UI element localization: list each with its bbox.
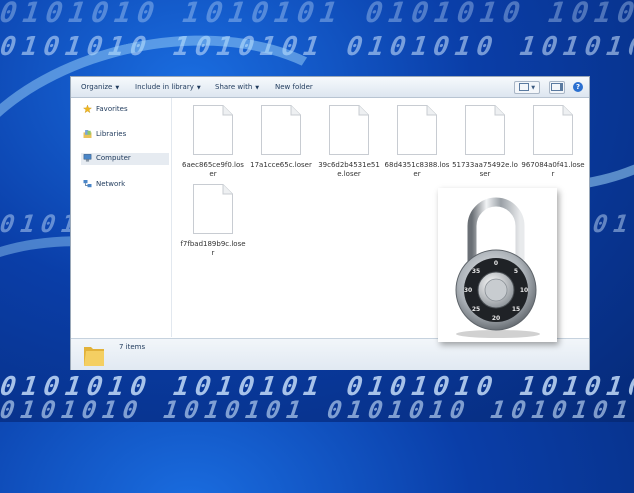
nav-label: Favorites xyxy=(96,105,128,113)
file-item[interactable]: 967084a0f41.loser xyxy=(520,105,586,179)
document-icon xyxy=(397,105,437,155)
folder-icon xyxy=(84,347,104,366)
nav-label: Libraries xyxy=(96,130,127,138)
document-icon xyxy=(193,105,233,155)
padlock-icon: 0 5 10 15 20 25 30 35 xyxy=(455,197,540,338)
organize-label: Organize xyxy=(81,83,113,91)
star-icon xyxy=(83,105,92,113)
file-item[interactable]: 51733aa75492e.loser xyxy=(452,105,518,179)
file-name: 17a1cce65c.loser xyxy=(250,161,312,169)
padlock-image: 0 5 10 15 20 25 30 35 xyxy=(438,188,557,342)
dial-number: 25 xyxy=(472,306,480,313)
computer-icon xyxy=(83,154,92,162)
nav-label: Computer xyxy=(96,154,131,162)
document-icon xyxy=(193,184,233,234)
preview-pane-icon xyxy=(551,83,563,91)
change-view-button[interactable]: ▼ xyxy=(514,81,540,94)
share-with-label: Share with xyxy=(215,83,253,91)
new-folder-button[interactable]: New folder xyxy=(275,83,313,91)
dial-number: 10 xyxy=(520,287,528,294)
preview-pane-button[interactable] xyxy=(549,81,565,94)
nav-item-computer[interactable]: Computer xyxy=(81,153,169,165)
include-in-library-menu[interactable]: Include in library ▼ xyxy=(135,83,201,91)
details-pane: 7 items xyxy=(71,338,589,370)
nav-item-libraries[interactable]: Libraries xyxy=(81,129,171,141)
help-icon[interactable]: ? xyxy=(573,82,583,92)
file-item[interactable]: f7fbad189b9c.loser xyxy=(180,184,246,258)
command-bar: Organize ▼ Include in library ▼ Share with… xyxy=(71,77,589,98)
nav-item-network[interactable]: Network xyxy=(81,179,171,191)
nav-item-favorites[interactable]: Favorites xyxy=(81,104,171,116)
file-item[interactable]: 39c6d2b4531e51e.loser xyxy=(316,105,382,179)
item-count: 7 items xyxy=(119,343,146,351)
file-name: 967084a0f41.loser xyxy=(521,161,585,178)
dial-number: 35 xyxy=(472,268,480,275)
document-icon xyxy=(533,105,573,155)
dial-number: 20 xyxy=(492,315,500,322)
file-item[interactable]: 68d4351c8388.loser xyxy=(384,105,450,179)
document-icon xyxy=(329,105,369,155)
file-item[interactable]: 6aec865ce9f0.loser xyxy=(180,105,246,179)
nav-label: Network xyxy=(96,180,126,188)
file-name: 6aec865ce9f0.loser xyxy=(182,161,244,178)
chevron-down-icon: ▼ xyxy=(196,85,201,91)
navigation-pane: Favorites Libraries Computer Network xyxy=(71,98,172,337)
chevron-down-icon: ▼ xyxy=(255,85,260,91)
dial-number: 30 xyxy=(464,287,472,294)
file-name: 68d4351c8388.loser xyxy=(384,161,450,178)
file-name: 51733aa75492e.loser xyxy=(452,161,518,178)
dial-number: 5 xyxy=(514,268,518,275)
file-name: 39c6d2b4531e51e.loser xyxy=(318,161,380,178)
organize-menu[interactable]: Organize ▼ xyxy=(81,83,119,91)
dial-number: 0 xyxy=(494,260,498,267)
chevron-down-icon: ▼ xyxy=(115,85,120,91)
share-with-menu[interactable]: Share with ▼ xyxy=(215,83,259,91)
view-icon xyxy=(518,83,529,91)
include-in-library-label: Include in library xyxy=(135,83,194,91)
document-icon xyxy=(261,105,301,155)
libraries-icon xyxy=(83,130,92,138)
chevron-down-icon: ▼ xyxy=(531,85,536,91)
network-icon xyxy=(83,180,92,188)
document-icon xyxy=(465,105,505,155)
file-name: f7fbad189b9c.loser xyxy=(180,240,246,257)
file-item[interactable]: 17a1cce65c.loser xyxy=(248,105,314,170)
dial-number: 15 xyxy=(512,306,520,313)
